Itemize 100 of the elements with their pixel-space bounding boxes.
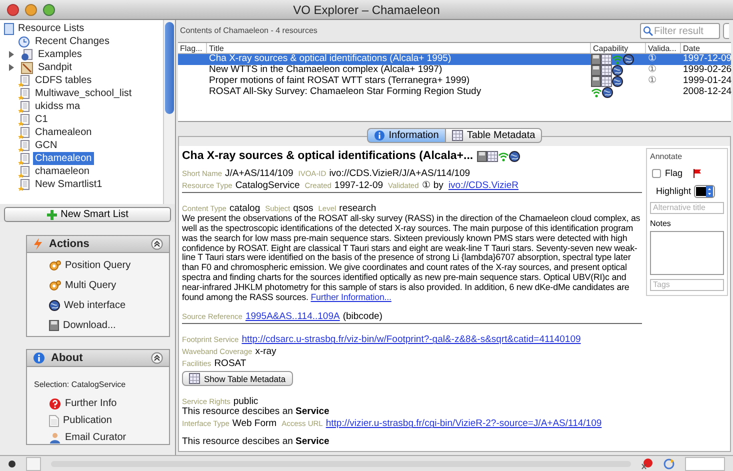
link[interactable]: http://cdsarc.u-strasbg.fr/viz-bin/w/Footprint?-gal&-z&8&-s&sqrt&catid=41140109 bbox=[242, 334, 581, 346]
column-header[interactable]: Capability bbox=[591, 43, 646, 53]
notes-field[interactable] bbox=[650, 231, 724, 275]
list-document-icon bbox=[18, 140, 30, 152]
list-document-icon bbox=[18, 74, 30, 86]
tab[interactable]: Table Metadata bbox=[446, 128, 542, 143]
field-value: Web Form bbox=[232, 418, 277, 430]
field-value: qsos bbox=[293, 203, 314, 214]
refresh-icon[interactable] bbox=[663, 458, 675, 470]
table-row[interactable]: Proper motions of faint ROSAT WTT stars (Terranegra+ 1999) ① 1999-01-24 bbox=[178, 76, 731, 87]
field-value: x-ray bbox=[255, 346, 276, 358]
minimize-button[interactable] bbox=[25, 4, 37, 16]
info-icon bbox=[33, 352, 45, 364]
signal-icon bbox=[612, 54, 623, 65]
link[interactable]: 1995A&AS..114..109A bbox=[245, 311, 340, 322]
tree-item[interactable]: Chamealeon bbox=[33, 152, 94, 165]
title-cell-text: Proper motions of faint ROSAT WTT stars (Terranegra+ 1999) bbox=[208, 74, 471, 87]
filter-placeholder: Filter result bbox=[654, 24, 704, 38]
scrollbar[interactable] bbox=[163, 20, 175, 204]
plus-icon bbox=[46, 210, 57, 220]
tree-item[interactable]: ukidss ma bbox=[33, 100, 82, 113]
status-text-field[interactable] bbox=[685, 456, 725, 470]
link[interactable]: ivo://CDS.VizieR bbox=[448, 180, 518, 192]
action-item[interactable]: Position Query bbox=[65, 258, 131, 273]
toolbar-button[interactable] bbox=[723, 23, 729, 39]
about-item[interactable]: Email Curator bbox=[65, 430, 126, 445]
column-header[interactable]: Title bbox=[207, 43, 591, 53]
list-document-icon bbox=[18, 152, 30, 164]
clock-icon bbox=[18, 36, 30, 48]
list-document-icon bbox=[18, 88, 30, 100]
tree-item[interactable]: Examples bbox=[36, 48, 84, 61]
date-cell: 1997-12-09 bbox=[683, 53, 732, 64]
tree-item[interactable]: Chamealeon bbox=[33, 126, 94, 139]
title-cell-text: ROSAT All-Sky Survey: Chamaeleon Star Forming Region Study bbox=[208, 85, 482, 100]
status-field bbox=[26, 456, 41, 470]
globe-icon bbox=[49, 300, 60, 311]
action-item[interactable]: Web interface bbox=[64, 298, 126, 313]
resource-sentence: This resource descibes an Service bbox=[182, 407, 330, 418]
alternative-title-placeholder: Alternative title bbox=[653, 202, 706, 214]
new-smart-list-button[interactable]: New Smart List bbox=[4, 207, 171, 222]
list-document-icon bbox=[18, 114, 30, 126]
tree-item[interactable]: Resource Lists bbox=[18, 21, 84, 36]
about-item[interactable]: Further Info bbox=[65, 396, 117, 411]
field-value: ivo://CDS.VizieR/J/A+AS/114/109 bbox=[329, 168, 470, 180]
status-dot-icon bbox=[8, 460, 16, 468]
table-icon bbox=[487, 151, 498, 162]
window-title: VO Explorer – Chamaeleon bbox=[293, 2, 440, 18]
list-document-icon bbox=[18, 166, 30, 178]
resource-title: Cha X-ray sources & optical identifications (Alcala+... bbox=[182, 149, 474, 164]
collapse-icon[interactable] bbox=[151, 352, 163, 364]
validated-cell: ① bbox=[648, 64, 657, 76]
help-badge-icon[interactable] bbox=[641, 458, 653, 470]
globe-icon bbox=[612, 76, 623, 87]
field-value: ROSAT bbox=[214, 358, 246, 370]
tree-item[interactable]: Recent Changes bbox=[33, 35, 112, 48]
action-item[interactable]: Download... bbox=[63, 318, 116, 333]
field-value: 1997-12-09 bbox=[334, 180, 384, 192]
highlight-color-picker[interactable] bbox=[694, 184, 716, 198]
cogs-icon bbox=[49, 280, 61, 292]
column-header[interactable]: Flag... bbox=[178, 43, 207, 53]
notes-label: Notes bbox=[650, 218, 672, 230]
close-button[interactable] bbox=[7, 4, 19, 16]
tags-placeholder: Tags bbox=[653, 279, 670, 291]
tree-item[interactable]: chamaeleon bbox=[33, 165, 92, 178]
tree-item[interactable]: Sandpit bbox=[36, 61, 74, 74]
table-icon bbox=[601, 76, 612, 87]
tree-item[interactable]: CDFS tables bbox=[33, 74, 94, 87]
help-icon bbox=[49, 398, 61, 410]
tree-item[interactable]: Multiwave_school_list bbox=[33, 87, 134, 100]
action-item[interactable]: Multi Query bbox=[65, 278, 116, 293]
zoom-button[interactable] bbox=[43, 4, 55, 16]
panel-title: About bbox=[51, 350, 83, 366]
table-icon bbox=[601, 54, 612, 65]
tree-item[interactable]: C1 bbox=[33, 113, 50, 126]
globe-icon bbox=[623, 54, 634, 65]
tree-item[interactable]: GCN bbox=[33, 139, 60, 152]
field-value: ① by bbox=[422, 180, 444, 192]
link[interactable]: http://vizier.u-strasbg.fr/cgi-bin/VizieR-2?-source=J/A+AS/114/109 bbox=[326, 418, 602, 430]
collapse-icon[interactable] bbox=[151, 238, 163, 250]
table-row[interactable]: ROSAT All-Sky Survey: Chamaeleon Star Forming Region Study 2008-12-24 bbox=[178, 87, 731, 98]
annotate-heading: Annotate bbox=[650, 151, 684, 163]
column-header[interactable]: Valida... bbox=[646, 43, 681, 53]
date-cell: 1999-02-26 bbox=[683, 64, 732, 76]
column-header[interactable]: Date bbox=[681, 43, 731, 53]
date-cell: 2008-12-24 bbox=[683, 86, 732, 98]
signal-icon bbox=[591, 87, 602, 98]
show-table-metadata-button[interactable]: Show Table Metadata bbox=[182, 371, 293, 386]
date-cell: 1999-01-24 bbox=[683, 75, 732, 86]
link[interactable]: Further Information... bbox=[310, 292, 392, 302]
about-item[interactable]: Publication bbox=[63, 413, 112, 428]
tree-item[interactable]: New Smartlist1 bbox=[33, 178, 104, 191]
table-row[interactable]: Cha X-ray sources & optical identifications (Alcala+ 1995) ① 1997-12-09 bbox=[178, 54, 731, 65]
field-value: CatalogService bbox=[235, 180, 300, 192]
lightning-icon bbox=[33, 238, 43, 250]
flag-checkbox[interactable] bbox=[652, 169, 661, 178]
globe-list-icon bbox=[21, 48, 33, 60]
tab[interactable]: Information bbox=[366, 128, 446, 143]
table-icon bbox=[601, 65, 612, 76]
table-row[interactable]: New WTTS in the Chamaeleon complex (Alcala+ 1997) ① 1999-02-26 bbox=[178, 65, 731, 76]
list-document-icon bbox=[18, 100, 30, 112]
